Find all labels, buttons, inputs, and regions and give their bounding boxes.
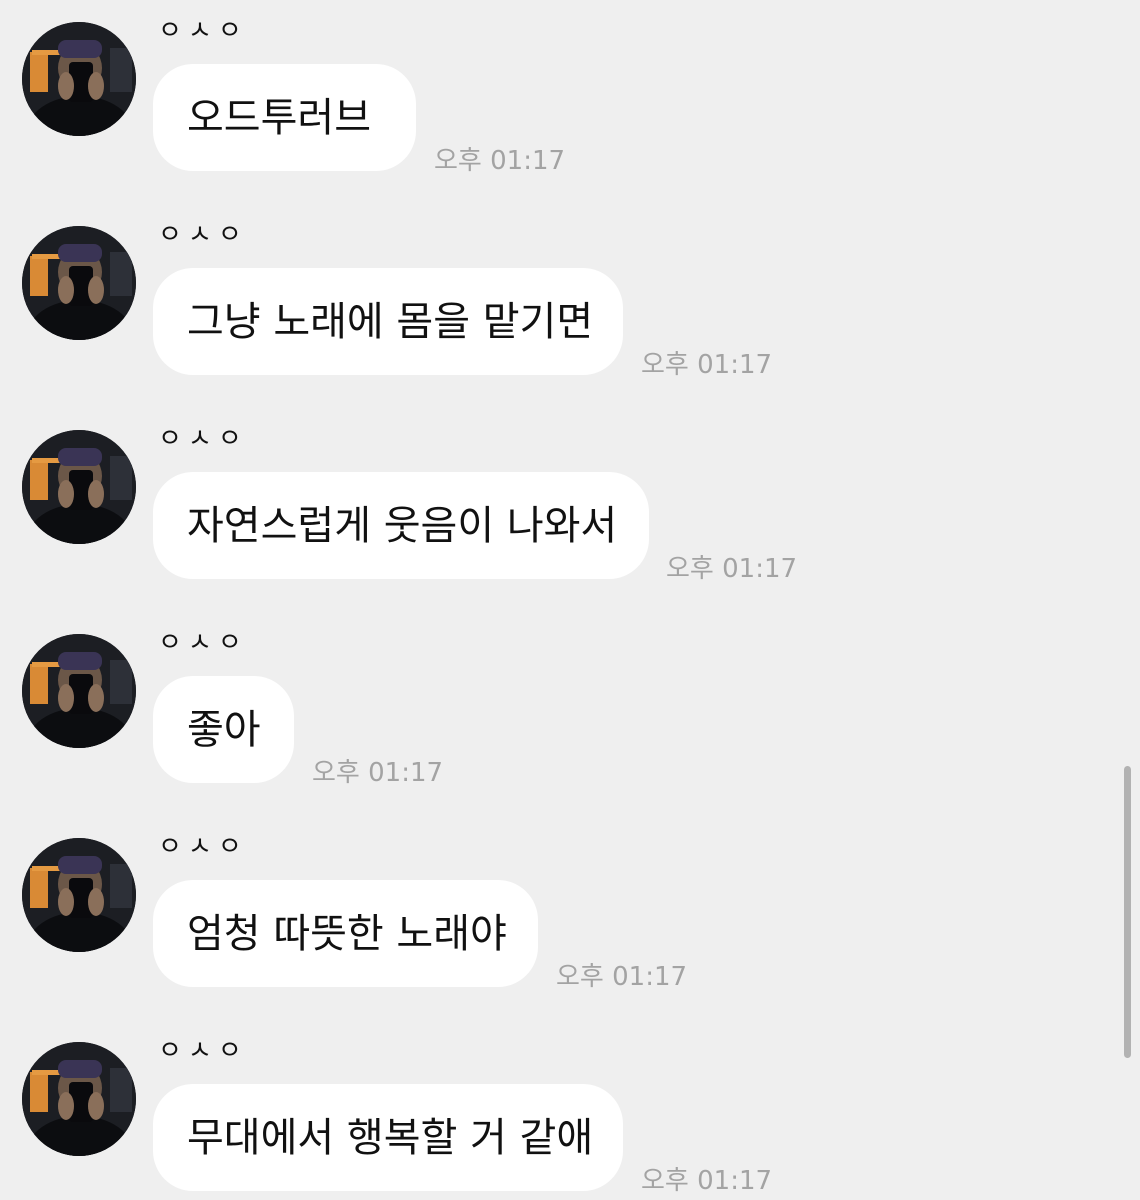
chat-message: ㅇㅅㅇ 좋아 오후 01:17 <box>0 612 1100 792</box>
chat-message: ㅇㅅㅇ 자연스럽게 웃음이 나와서 오후 01:17 <box>0 408 1100 588</box>
avatar[interactable] <box>22 430 136 544</box>
message-bubble[interactable]: 그냥 노래에 몸을 맡기면 <box>153 268 623 375</box>
avatar[interactable] <box>22 1042 136 1156</box>
message-time: 오후 01:17 <box>641 350 773 380</box>
avatar[interactable] <box>22 634 136 748</box>
chat-message: ㅇㅅㅇ 엄청 따뜻한 노래야 오후 01:17 <box>0 816 1100 996</box>
scrollbar[interactable] <box>1124 766 1131 1058</box>
message-bubble[interactable]: 자연스럽게 웃음이 나와서 <box>153 472 649 579</box>
message-bubble[interactable]: 엄청 따뜻한 노래야 <box>153 880 538 987</box>
message-bubble[interactable]: 좋아 <box>153 676 294 783</box>
message-time: 오후 01:17 <box>312 758 444 788</box>
sender-name: ㅇㅅㅇ <box>158 220 248 250</box>
message-bubble[interactable]: 무대에서 행복할 거 같애 <box>153 1084 623 1191</box>
chat-message: ㅇㅅㅇ 오드투러브 오후 01:17 <box>0 0 1100 180</box>
sender-name: ㅇㅅㅇ <box>158 1036 248 1066</box>
sender-name: ㅇㅅㅇ <box>158 424 248 454</box>
avatar[interactable] <box>22 22 136 136</box>
sender-name: ㅇㅅㅇ <box>158 16 248 46</box>
message-time: 오후 01:17 <box>641 1166 773 1196</box>
avatar[interactable] <box>22 226 136 340</box>
message-time: 오후 01:17 <box>666 554 798 584</box>
message-bubble[interactable]: 오드투러브 <box>153 64 416 171</box>
avatar[interactable] <box>22 838 136 952</box>
message-text: 엄청 따뜻한 노래야 <box>187 910 507 957</box>
chat-message: ㅇㅅㅇ 무대에서 행복할 거 같애 오후 01:17 <box>0 1020 1100 1200</box>
sender-name: ㅇㅅㅇ <box>158 832 248 862</box>
chat-message: ㅇㅅㅇ 그냥 노래에 몸을 맡기면 오후 01:17 <box>0 204 1100 384</box>
message-text: 좋아 <box>187 706 261 753</box>
message-time: 오후 01:17 <box>556 962 688 992</box>
message-text: 자연스럽게 웃음이 나와서 <box>187 502 618 549</box>
message-text: 무대에서 행복할 거 같애 <box>187 1114 594 1161</box>
sender-name: ㅇㅅㅇ <box>158 628 248 658</box>
chat-thread: ㅇㅅㅇ 오드투러브 오후 01:17 ㅇㅅㅇ 그냥 노래에 몸을 맡기면 오후 … <box>0 0 1140 1200</box>
message-text: 오드투러브 <box>187 94 371 141</box>
message-time: 오후 01:17 <box>434 146 566 176</box>
message-text: 그냥 노래에 몸을 맡기면 <box>187 298 594 345</box>
